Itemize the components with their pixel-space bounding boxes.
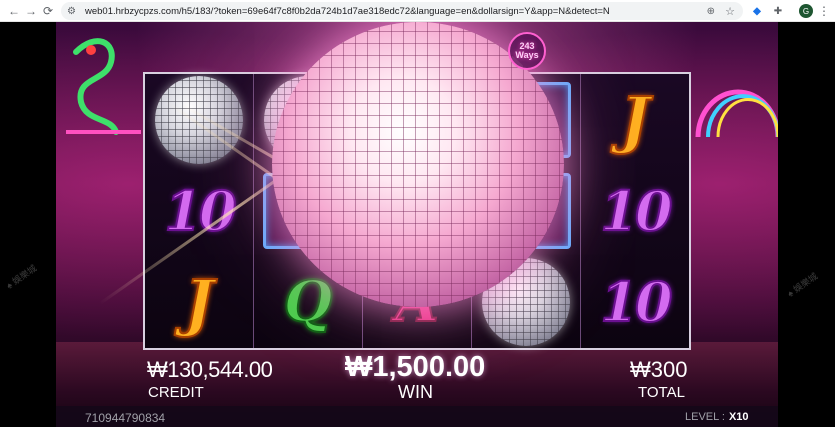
profile-avatar[interactable]: G	[799, 4, 813, 18]
win-label: WIN	[398, 382, 433, 402]
address-bar[interactable]: ⚙ web01.hrbzycpzs.com/h5/183/?token=69e6…	[61, 2, 743, 20]
extensions-puzzle-icon[interactable]: ✚	[770, 3, 786, 19]
zoom-icon[interactable]: ⊕	[707, 6, 715, 17]
credit-value: ₩130,544.00	[147, 357, 273, 382]
shield-extension-icon[interactable]: ◆	[749, 3, 765, 19]
win-value: ₩1,500.00	[345, 351, 486, 383]
site-info-icon[interactable]: ⚙	[67, 6, 79, 17]
watermark-right: ♠ 娛樂城	[785, 270, 820, 299]
watermark-left: ♠ 娛樂城	[4, 262, 39, 291]
browser-toolbar: ← → ⟳ ⚙ web01.hrbzycpzs.com/h5/183/?toke…	[0, 0, 835, 22]
bookmark-star-icon[interactable]: ☆	[725, 5, 735, 18]
reload-icon[interactable]: ⟳	[38, 1, 58, 21]
player-id: 710944790834	[85, 411, 166, 425]
hud: ₩130,544.00 CREDIT ₩1,500.00 WIN ₩300 TO…	[0, 22, 835, 427]
game-viewport[interactable]: 10 J Q A J 10 10 243 Ways	[0, 22, 835, 427]
browser-menu-icon[interactable]: ⋮	[816, 3, 832, 19]
level-label: LEVEL :	[685, 411, 725, 423]
url-text: web01.hrbzycpzs.com/h5/183/?token=69e64f…	[85, 5, 610, 17]
level-indicator: LEVEL : X10	[685, 411, 749, 423]
total-bet-label: TOTAL	[638, 384, 685, 401]
total-bet-value[interactable]: ₩300	[630, 357, 687, 383]
credit-label: CREDIT	[148, 384, 204, 401]
level-value: X10	[728, 411, 749, 423]
